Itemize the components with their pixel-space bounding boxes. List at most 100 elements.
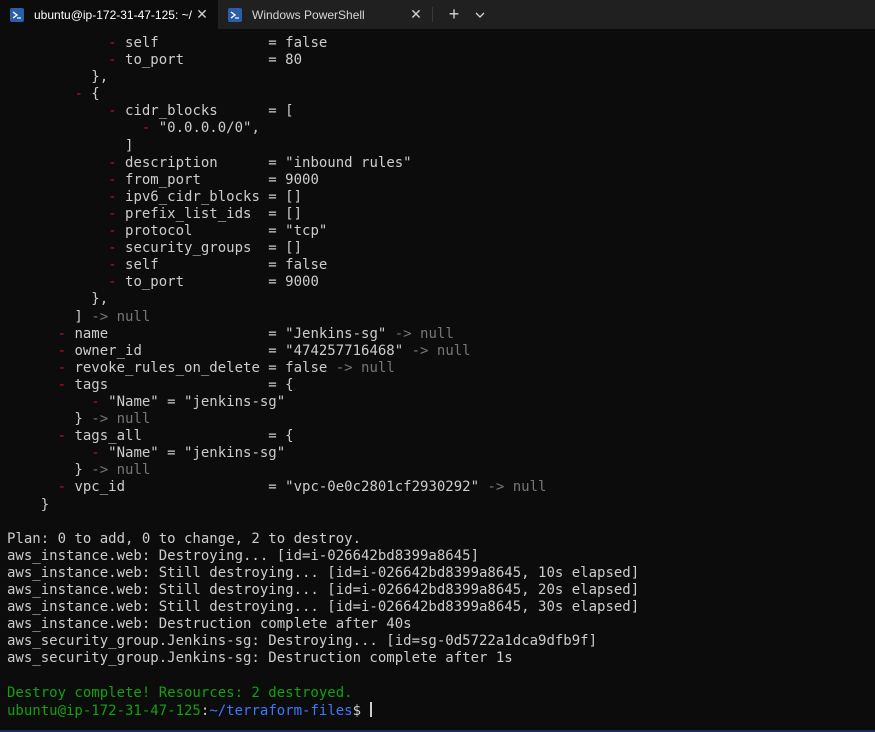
- terminal-text: owner_id = "474257716468": [66, 342, 404, 359]
- removal-marker: -: [57, 479, 67, 496]
- terminal-line: - protocol = "tcp": [7, 223, 867, 240]
- tab-ubuntu[interactable]: ubuntu@ip-172-31-47-125: ~/ ✕: [0, 0, 218, 29]
- terminal-line: } -> null: [7, 462, 867, 479]
- shell-prompt[interactable]: ubuntu@ip-172-31-47-125:~/terraform-file…: [7, 701, 867, 719]
- terminal-output[interactable]: - self = false - to_port = 80 }, - { - c…: [7, 35, 867, 725]
- removal-marker: -: [57, 342, 67, 359]
- terminal-text: to_port = 80: [116, 52, 303, 69]
- terminal-line: - prefix_list_ids = []: [7, 206, 867, 223]
- terminal-text: Destroy complete! Resources: 2 destroyed…: [7, 684, 353, 701]
- terminal-text: ipv6_cidr_blocks = []: [116, 188, 303, 205]
- tab-bar: ubuntu@ip-172-31-47-125: ~/ ✕ Windows Po…: [0, 0, 875, 29]
- terminal-line: - tags = {: [7, 377, 867, 394]
- removal-marker: -: [57, 325, 67, 342]
- tab-dropdown-button[interactable]: [467, 0, 493, 29]
- terminal-text: "Name" = "jenkins-sg": [99, 393, 286, 410]
- terminal-line: - from_port = 9000: [7, 172, 867, 189]
- removal-marker: -: [57, 376, 67, 393]
- terminal-text: ]: [7, 137, 134, 154]
- terminal-text: self = false: [116, 35, 328, 51]
- removal-marker: -: [74, 86, 83, 103]
- terminal-text: revoke_rules_on_delete = false: [66, 359, 328, 376]
- removal-marker: -: [108, 188, 117, 205]
- terminal-text: aws_security_group.Jenkins-sg: Destroyin…: [7, 633, 598, 650]
- terminal-line: - to_port = 80: [7, 52, 867, 69]
- terminal-text: to_port = 9000: [116, 274, 319, 291]
- terminal-line: }: [7, 497, 867, 514]
- terminal-line: - revoke_rules_on_delete = false -> null: [7, 360, 867, 377]
- terminal-line: - cidr_blocks = [: [7, 103, 867, 120]
- terminal-text: aws_security_group.Jenkins-sg: Destructi…: [7, 650, 513, 667]
- prompt-user-host: ubuntu@ip-172-31-47-125: [7, 702, 201, 719]
- removal-marker: -: [108, 274, 117, 291]
- close-icon[interactable]: ✕: [194, 6, 210, 23]
- null-annotation: -> null: [403, 342, 471, 359]
- removal-marker: -: [108, 154, 117, 171]
- terminal-line: - name = "Jenkins-sg" -> null: [7, 326, 867, 343]
- terminal-line: aws_instance.web: Still destroying... [i…: [7, 565, 867, 582]
- terminal-line: },: [7, 291, 867, 308]
- tab-title: ubuntu@ip-172-31-47-125: ~/: [34, 7, 192, 22]
- removal-marker: -: [108, 35, 117, 51]
- terminal-line: aws_instance.web: Still destroying... [i…: [7, 599, 867, 616]
- chevron-down-icon: [475, 12, 485, 18]
- terminal-text: "Name" = "jenkins-sg": [99, 445, 286, 462]
- terminal-line: - vpc_id = "vpc-0e0c2801cf2930292" -> nu…: [7, 479, 867, 496]
- terminal-text: aws_instance.web: Still destroying... [i…: [7, 599, 640, 616]
- removal-marker: -: [108, 257, 117, 274]
- prompt-path: ~/terraform-files: [209, 702, 353, 719]
- terminal-text: vpc_id = "vpc-0e0c2801cf2930292": [66, 479, 480, 496]
- terminal-text: aws_instance.web: Still destroying... [i…: [7, 564, 640, 581]
- tab-divider: [432, 7, 433, 22]
- removal-marker: -: [91, 445, 100, 462]
- terminal-line: - to_port = 9000: [7, 274, 867, 291]
- terminal-line: - self = false: [7, 257, 867, 274]
- terminal-text: self = false: [116, 257, 328, 274]
- terminal-text: Plan: 0 to add, 0 to change, 2 to destro…: [7, 530, 362, 547]
- terminal-text: aws_instance.web: Destroying... [id=i-02…: [7, 547, 480, 564]
- terminal-line: - "0.0.0.0/0",: [7, 120, 867, 137]
- null-annotation: -> null: [82, 411, 151, 428]
- terminal-line: } -> null: [7, 411, 867, 428]
- terminal-text: protocol = "tcp": [116, 223, 328, 240]
- removal-marker: -: [57, 359, 67, 376]
- terminal-text: "0.0.0.0/0",: [150, 120, 260, 137]
- terminal-text: {: [82, 86, 100, 103]
- text-cursor: [370, 701, 373, 717]
- terminal-line: - tags_all = {: [7, 428, 867, 445]
- tab-title: Windows PowerShell: [252, 7, 365, 22]
- tab-windows-powershell[interactable]: Windows PowerShell ✕: [218, 0, 432, 29]
- terminal-text: ]: [7, 308, 83, 325]
- terminal-text: aws_instance.web: Still destroying... [i…: [7, 582, 640, 598]
- new-tab-button[interactable]: +: [441, 0, 467, 29]
- null-annotation: -> null: [82, 462, 151, 479]
- terminal-line: - owner_id = "474257716468" -> null: [7, 343, 867, 360]
- close-icon[interactable]: ✕: [408, 6, 424, 23]
- null-annotation: -> null: [82, 308, 151, 325]
- terminal-text: }: [7, 462, 83, 479]
- terminal-text: tags_all = {: [66, 428, 294, 445]
- removal-marker: -: [108, 103, 117, 120]
- terminal-text: }: [7, 411, 83, 428]
- terminal-line: Destroy complete! Resources: 2 destroyed…: [7, 685, 867, 702]
- terminal-line: aws_security_group.Jenkins-sg: Destroyin…: [7, 633, 867, 650]
- terminal-line: - self = false: [7, 35, 867, 52]
- terminal-text: },: [7, 291, 109, 308]
- terminal-text: description = "inbound rules": [116, 154, 412, 171]
- null-annotation: -> null: [386, 325, 454, 342]
